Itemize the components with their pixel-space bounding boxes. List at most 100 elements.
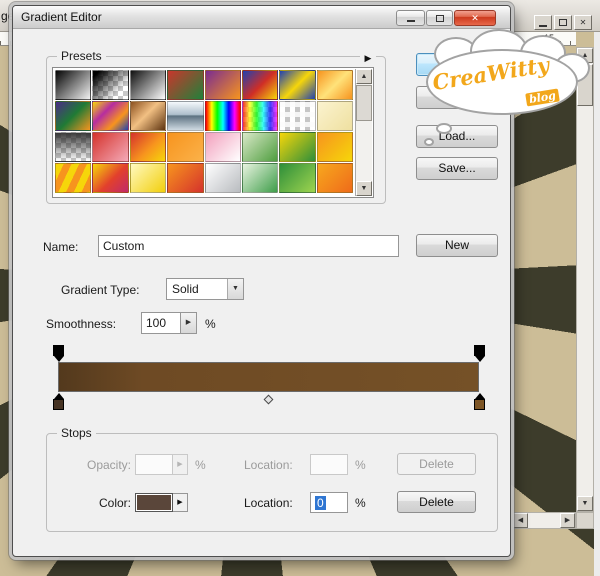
delete-color-stop-button[interactable]: Delete <box>397 491 476 513</box>
bg-maximize-button[interactable] <box>554 15 572 30</box>
scroll-left-button[interactable]: ◀ <box>513 513 528 528</box>
chevron-down-icon: ▼ <box>227 279 243 299</box>
preset-swatch[interactable] <box>92 132 128 162</box>
preset-swatch[interactable] <box>55 132 91 162</box>
preset-swatch[interactable] <box>205 163 241 193</box>
presets-well: ▲ ▼ <box>52 67 374 198</box>
preset-swatch[interactable] <box>92 163 128 193</box>
presets-scroll-up-button[interactable]: ▲ <box>356 69 372 84</box>
presets-scroll-down-button[interactable]: ▼ <box>356 181 372 196</box>
preset-swatch[interactable] <box>205 70 241 100</box>
percent-label: % <box>355 495 366 511</box>
color-location-input[interactable]: 0 <box>310 492 348 513</box>
smoothness-input[interactable]: 100 <box>141 312 181 334</box>
horizontal-scrollbar[interactable]: ◀ ▶ <box>512 512 576 529</box>
name-input[interactable]: Custom <box>98 235 399 257</box>
preset-swatch[interactable] <box>92 101 128 131</box>
preset-swatch[interactable] <box>317 132 353 162</box>
watermark-cloud: CreaWitty blog <box>420 33 600 153</box>
scroll-down-button[interactable]: ▼ <box>577 496 593 511</box>
arrow-down-icon: ▼ <box>361 185 368 192</box>
color-stop-left[interactable] <box>52 393 65 410</box>
preset-swatch[interactable] <box>167 101 203 131</box>
close-button[interactable]: ✕ <box>454 10 496 26</box>
name-label: Name: <box>43 239 78 255</box>
minimize-icon <box>539 25 547 27</box>
preset-swatch[interactable] <box>167 132 203 162</box>
preset-swatch[interactable] <box>317 70 353 100</box>
preset-swatch[interactable] <box>279 70 315 100</box>
maximize-icon <box>436 15 444 22</box>
preset-swatch[interactable] <box>130 101 166 131</box>
stop-color-swatch[interactable] <box>135 493 173 512</box>
arrow-down-icon: ▼ <box>582 500 589 507</box>
preset-swatch[interactable] <box>205 132 241 162</box>
maximize-button[interactable] <box>426 10 453 26</box>
preset-swatch[interactable] <box>167 163 203 193</box>
color-stop-swatch <box>53 399 64 410</box>
preset-swatch[interactable] <box>130 163 166 193</box>
smoothness-spinner-button[interactable]: ▶ <box>181 312 197 334</box>
gradient-preview-bar[interactable] <box>58 362 479 392</box>
presets-scrollbar-thumb[interactable] <box>356 85 372 121</box>
gradient-type-label: Gradient Type: <box>61 282 140 298</box>
gradient-type-select[interactable]: Solid ▼ <box>166 278 244 300</box>
scroll-right-button[interactable]: ▶ <box>560 513 575 528</box>
close-icon: ✕ <box>580 18 587 27</box>
preset-swatch[interactable] <box>279 101 315 131</box>
opacity-location-label: Location: <box>244 457 293 473</box>
color-stop-right[interactable] <box>473 393 486 410</box>
arrow-right-icon: ▶ <box>565 517 570 524</box>
selected-text: 0 <box>315 496 326 510</box>
percent-label: % <box>355 457 366 473</box>
minimize-button[interactable] <box>396 10 425 26</box>
preset-swatch[interactable] <box>130 70 166 100</box>
stop-pointer-icon <box>475 356 485 362</box>
color-flyout-button[interactable]: ▶ <box>173 493 188 512</box>
preset-swatch[interactable] <box>167 70 203 100</box>
flyout-arrow-icon: ▶ <box>177 499 182 506</box>
opacity-stop-right[interactable] <box>473 345 486 362</box>
screen: ge ✕ 15 ▲ ▼ ◀ ▶ Gradient Editor ✕ <box>0 0 600 576</box>
presets-group-label: Presets <box>57 49 106 63</box>
opacity-stop-swatch <box>53 345 64 356</box>
dialog-window-controls: ✕ <box>396 10 496 26</box>
opacity-label: Opacity: <box>59 457 131 473</box>
opacity-stop-left[interactable] <box>52 345 65 362</box>
spinner-arrow-icon: ▶ <box>186 319 191 326</box>
spinner-arrow-icon: ▶ <box>177 461 182 468</box>
preset-swatch[interactable] <box>55 163 91 193</box>
stops-group-label: Stops <box>57 426 96 440</box>
bg-minimize-button[interactable] <box>534 15 552 30</box>
stop-pointer-icon <box>54 356 64 362</box>
color-stop-swatch <box>474 399 485 410</box>
background-window-controls: ✕ <box>534 15 592 30</box>
preset-swatch[interactable] <box>55 101 91 131</box>
new-button[interactable]: New <box>416 234 498 257</box>
preset-swatch[interactable] <box>205 101 241 131</box>
preset-swatch[interactable] <box>242 163 278 193</box>
preset-swatch[interactable] <box>279 163 315 193</box>
preset-swatch[interactable] <box>317 163 353 193</box>
gradient-midpoint-handle[interactable] <box>264 395 274 405</box>
presets-scrollbar[interactable]: ▲ ▼ <box>355 69 372 196</box>
save-button[interactable]: Save... <box>416 157 498 180</box>
close-icon: ✕ <box>471 13 479 24</box>
presets-menu-icon: ▶ <box>365 53 372 63</box>
bg-close-button[interactable]: ✕ <box>574 15 592 30</box>
preset-swatch[interactable] <box>92 70 128 100</box>
preset-swatch[interactable] <box>242 70 278 100</box>
percent-label: % <box>205 316 216 332</box>
preset-swatch[interactable] <box>242 132 278 162</box>
preset-swatch[interactable] <box>279 132 315 162</box>
presets-menu-button[interactable]: ▶ <box>360 51 376 65</box>
preset-swatch[interactable] <box>317 101 353 131</box>
scrollbar-corner <box>576 512 594 529</box>
preset-swatch[interactable] <box>55 70 91 100</box>
opacity-stop-swatch <box>474 345 485 356</box>
arrow-left-icon: ◀ <box>518 517 523 524</box>
dialog-titlebar[interactable]: Gradient Editor ✕ <box>13 6 510 29</box>
preset-swatch[interactable] <box>130 132 166 162</box>
preset-swatch[interactable] <box>242 101 278 131</box>
gradient-type-value: Solid <box>172 281 199 297</box>
